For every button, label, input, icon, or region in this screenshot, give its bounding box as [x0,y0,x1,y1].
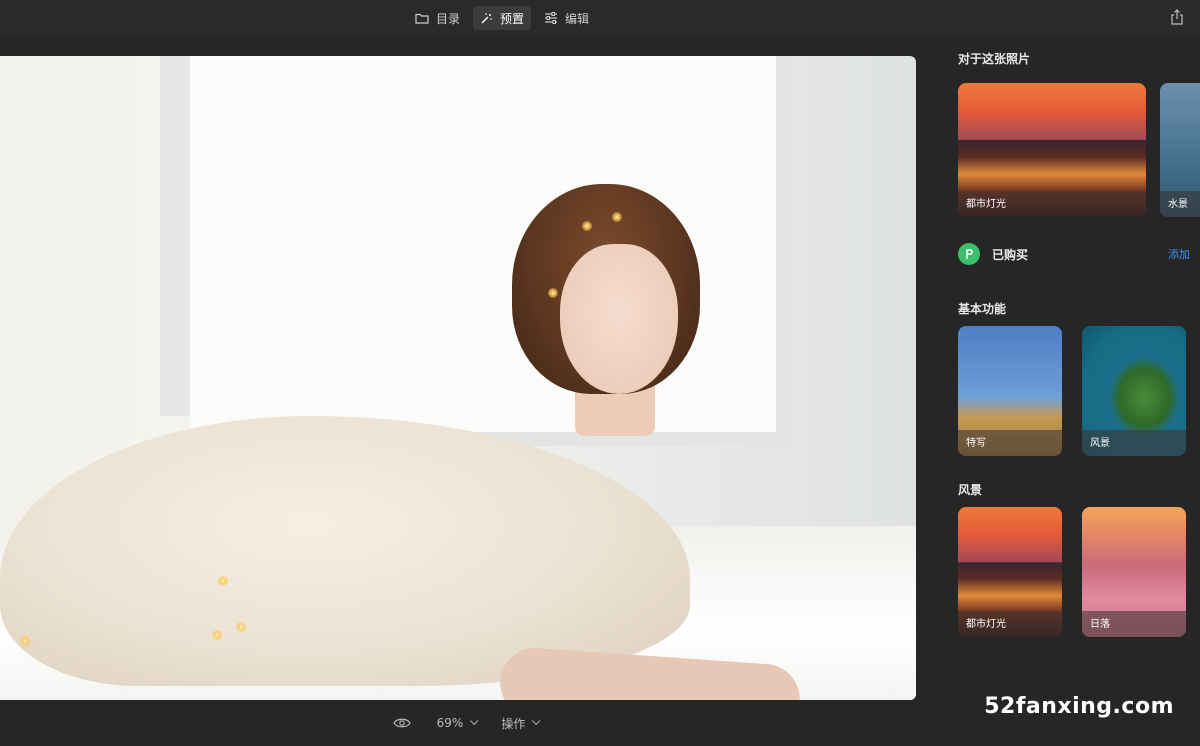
bokeh-sparkle [236,622,246,632]
preset-card-portrait[interactable]: 特写 [958,326,1062,456]
top-toolbar: 目录 预置 编辑 [0,0,1200,38]
card-label: 都市灯光 [966,619,1006,630]
section-title-landscape: 风景 [958,483,983,497]
card-label: 都市灯光 [966,199,1006,210]
bokeh-sparkle [612,212,622,222]
preset-card-sunset[interactable]: 日落 [1082,507,1186,637]
actions-dropdown[interactable]: 操作 [501,715,541,732]
photo-wall [160,56,190,416]
add-button[interactable]: 添加 [1168,246,1190,262]
folder-icon [415,13,429,24]
preset-card-city-lights[interactable]: 都市灯光 [958,507,1062,637]
photo-face [560,244,678,394]
preset-card-landscape[interactable]: 风景 [1082,326,1186,456]
share-icon[interactable] [1170,9,1184,25]
chevron-down-icon [532,716,541,726]
presets-panel: 对于这张照片 都市灯光 水景 已购买 添加 基本功能 特写 风景 风景 都市灯光… [940,38,1200,700]
bokeh-sparkle [218,576,228,586]
bottom-toolbar: 69% 操作 [0,700,930,746]
card-label: 日落 [1090,619,1110,630]
bokeh-sparkle [582,221,592,231]
sliders-icon [545,12,558,24]
eye-icon [392,718,411,728]
tab-edit[interactable]: 编辑 [537,6,596,30]
photo-window-backdrop [190,56,790,446]
card-label: 特写 [966,438,986,449]
photo-dress [0,416,690,686]
purchased-label: 已购买 [992,247,1029,262]
preview-toggle[interactable] [392,717,411,729]
preset-card-waterscape[interactable]: 水景 [1160,83,1200,217]
photo-canvas[interactable] [0,56,916,700]
bokeh-sparkle [548,288,558,298]
preset-card-city-lights[interactable]: 都市灯光 [958,83,1146,217]
tab-presets[interactable]: 预置 [473,6,532,30]
magic-wand-icon [481,12,492,23]
section-title-for-this-photo: 对于这张照片 [958,52,1031,66]
chevron-down-icon [470,716,479,726]
zoom-dropdown[interactable]: 69% [436,716,479,730]
tab-edit-label: 编辑 [565,11,590,26]
view-tabs: 目录 预置 编辑 [408,6,596,30]
purchased-badge-icon [958,243,980,265]
actions-label: 操作 [501,716,526,731]
tab-presets-label: 预置 [500,11,525,26]
tab-catalog-label: 目录 [436,11,461,26]
bokeh-sparkle [212,630,222,640]
card-label: 水景 [1168,199,1188,210]
purchased-row[interactable]: 已购买 添加 [958,242,1190,266]
bokeh-sparkle [20,636,30,646]
card-label: 风景 [1090,438,1110,449]
tab-catalog[interactable]: 目录 [408,6,467,30]
section-title-basic: 基本功能 [958,302,1007,316]
zoom-value: 69% [436,716,464,730]
